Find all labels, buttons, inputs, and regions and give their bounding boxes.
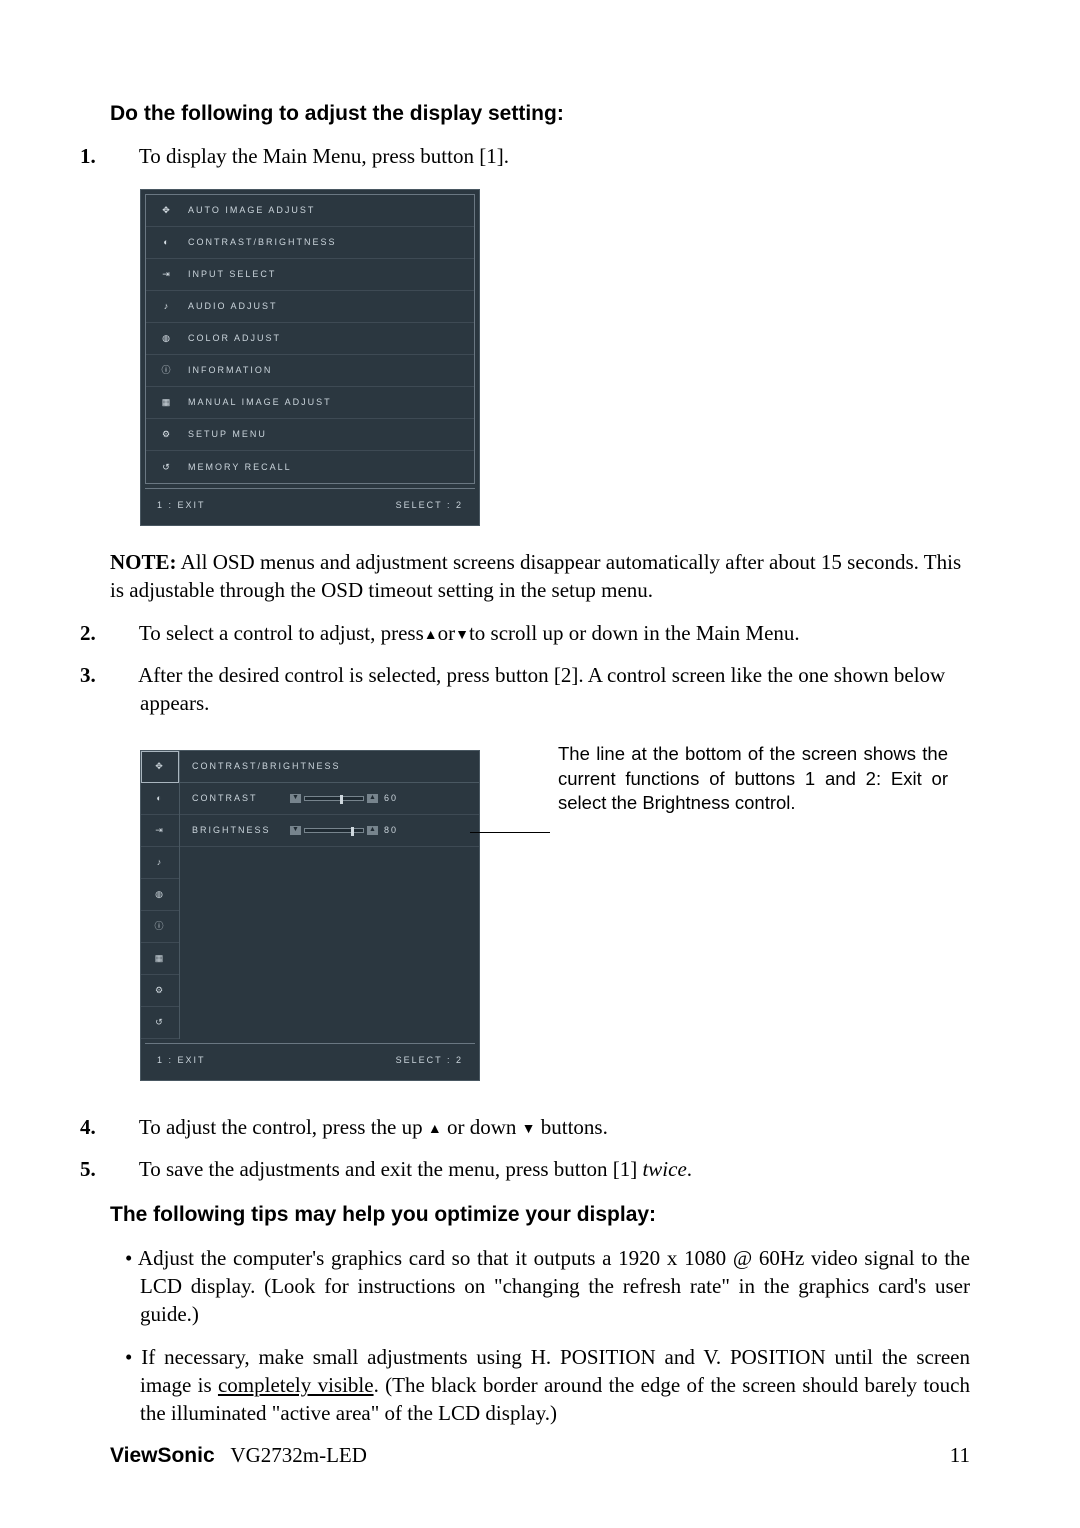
step-1-number: 1.: [110, 142, 134, 170]
osd-item-label: INFORMATION: [188, 364, 272, 376]
footer-model: VG2732m-LED: [230, 1443, 366, 1467]
up-triangle-icon: ▲: [367, 826, 378, 835]
osd-side-icons: ✥ ◐ ⇥ ♪ ◍ ⓘ ▦ ⚙ ↺: [141, 751, 180, 1039]
osd-item-label: CONTRAST/BRIGHTNESS: [188, 236, 337, 248]
osd2-title: CONTRAST/BRIGHTNESS: [180, 751, 479, 783]
step-3-number: 3.: [110, 661, 134, 689]
step-4-number: 4.: [110, 1113, 134, 1141]
footer-brand-model: ViewSonic VG2732m-LED: [110, 1441, 367, 1470]
osd-contrast-brightness-screen: ✥ ◐ ⇥ ♪ ◍ ⓘ ▦ ⚙ ↺ CONTRAST/BRIGHTNESS CO…: [140, 750, 480, 1081]
osd2-contrast-row: CONTRAST ▼ ▲ 60: [180, 783, 479, 815]
osd-item-contrast-brightness: ◐ CONTRAST/BRIGHTNESS: [146, 227, 474, 259]
osd-item-label: MANUAL IMAGE ADJUST: [188, 396, 332, 408]
color-icon: ◍: [141, 879, 179, 911]
up-triangle-icon: ▲: [428, 1122, 442, 1137]
osd2-footer-exit: 1 : EXIT: [157, 1054, 206, 1066]
contrast-icon: ◐: [141, 783, 179, 815]
osd-footer-exit: 1 : EXIT: [157, 499, 206, 511]
info-icon: ⓘ: [156, 364, 178, 376]
osd-footer-select: SELECT : 2: [396, 499, 463, 511]
info-icon: ⓘ: [141, 911, 179, 943]
step-1-text: To display the Main Menu, press button […: [139, 144, 509, 168]
input-select-icon: ⇥: [156, 268, 178, 280]
osd-item-label: INPUT SELECT: [188, 268, 276, 280]
tip-1-text: Adjust the computer's graphics card so t…: [138, 1246, 970, 1327]
osd-item-label: SETUP MENU: [188, 428, 267, 440]
setup-icon: ⚙: [156, 428, 178, 440]
osd-main-menu: ✥ AUTO IMAGE ADJUST ◐ CONTRAST/BRIGHTNES…: [140, 189, 480, 526]
footer-page-number: 11: [950, 1441, 970, 1470]
osd2-footer-select: SELECT : 2: [396, 1054, 463, 1066]
step-3-text: After the desired control is selected, p…: [138, 663, 945, 715]
brightness-value: 80: [384, 824, 398, 836]
callout-text: The line at the bottom of the screen sho…: [558, 742, 948, 817]
step-4-suffix: buttons.: [536, 1115, 608, 1139]
contrast-slider: ▼ ▲ 60: [290, 792, 398, 804]
osd-item-audio-adjust: ♪ AUDIO ADJUST: [146, 291, 474, 323]
step-2-suffix: to scroll up or down in the Main Menu.: [469, 621, 800, 645]
osd-item-memory-recall: ↺ MEMORY RECALL: [146, 451, 474, 483]
step-2-mid: or: [438, 621, 456, 645]
auto-adjust-icon: ✥: [156, 204, 178, 216]
osd-item-label: MEMORY RECALL: [188, 461, 292, 473]
audio-icon: ♪: [156, 300, 178, 312]
step-4: 4. To adjust the control, press the up ▲…: [110, 1113, 970, 1141]
osd2-brightness-row: BRIGHTNESS ▼ ▲ 80: [180, 815, 479, 847]
step-1: 1. To display the Main Menu, press butto…: [110, 142, 970, 170]
osd-item-input-select: ⇥ INPUT SELECT: [146, 259, 474, 291]
manual-adjust-icon: ▦: [141, 943, 179, 975]
auto-adjust-icon: ✥: [141, 751, 179, 783]
heading-optimize-tips: The following tips may help you optimize…: [110, 1201, 970, 1229]
setup-icon: ⚙: [141, 975, 179, 1007]
step-5-emph: twice: [642, 1157, 686, 1181]
up-triangle-icon: ▲: [367, 794, 378, 803]
note-block: NOTE: All OSD menus and adjustment scree…: [110, 548, 970, 605]
step-4-mid: or down: [442, 1115, 522, 1139]
heading-adjust-display: Do the following to adjust the display s…: [110, 100, 970, 128]
osd-item-label: COLOR ADJUST: [188, 332, 281, 344]
footer-brand: ViewSonic: [110, 1444, 215, 1467]
step-2: 2. To select a control to adjust, press▲…: [110, 619, 970, 647]
color-icon: ◍: [156, 332, 178, 344]
brightness-slider: ▼ ▲ 80: [290, 824, 398, 836]
osd-item-information: ⓘ INFORMATION: [146, 355, 474, 387]
osd2-row-label: CONTRAST: [192, 792, 282, 804]
step-3: 3. After the desired control is selected…: [110, 661, 970, 718]
osd2-footer: 1 : EXIT SELECT : 2: [145, 1043, 475, 1076]
osd-item-label: AUDIO ADJUST: [188, 300, 278, 312]
note-text: All OSD menus and adjustment screens dis…: [110, 550, 961, 602]
input-select-icon: ⇥: [141, 815, 179, 847]
recall-icon: ↺: [141, 1007, 179, 1039]
tip-2: If necessary, make small adjustments usi…: [110, 1343, 970, 1428]
osd-item-manual-image-adjust: ▦ MANUAL IMAGE ADJUST: [146, 387, 474, 419]
osd-footer: 1 : EXIT SELECT : 2: [145, 488, 475, 521]
step-5: 5. To save the adjustments and exit the …: [110, 1155, 970, 1183]
osd-item-color-adjust: ◍ COLOR ADJUST: [146, 323, 474, 355]
recall-icon: ↺: [156, 461, 178, 473]
tip-2-underline: completely visible: [218, 1373, 374, 1397]
tip-1: Adjust the computer's graphics card so t…: [110, 1244, 970, 1329]
osd-item-label: AUTO IMAGE ADJUST: [188, 204, 315, 216]
callout-leader-line: [470, 832, 550, 833]
contrast-icon: ◐: [156, 236, 178, 248]
note-label: NOTE:: [110, 550, 177, 574]
step-2-number: 2.: [110, 619, 134, 647]
step-5-number: 5.: [110, 1155, 134, 1183]
osd2-row-label: BRIGHTNESS: [192, 824, 282, 836]
down-triangle-icon: ▼: [455, 628, 469, 643]
manual-adjust-icon: ▦: [156, 396, 178, 408]
step-2-prefix: To select a control to adjust, press: [139, 621, 424, 645]
step-4-prefix: To adjust the control, press the up: [139, 1115, 428, 1139]
up-triangle-icon: ▲: [424, 628, 438, 643]
osd-item-auto-image-adjust: ✥ AUTO IMAGE ADJUST: [146, 195, 474, 227]
down-triangle-icon: ▼: [290, 826, 301, 835]
down-triangle-icon: ▼: [290, 794, 301, 803]
osd-item-setup-menu: ⚙ SETUP MENU: [146, 419, 474, 451]
step-5-suffix: .: [687, 1157, 692, 1181]
page-footer: ViewSonic VG2732m-LED 11: [110, 1441, 970, 1470]
step-5-prefix: To save the adjustments and exit the men…: [139, 1157, 643, 1181]
contrast-value: 60: [384, 792, 398, 804]
down-triangle-icon: ▼: [522, 1122, 536, 1137]
audio-icon: ♪: [141, 847, 179, 879]
